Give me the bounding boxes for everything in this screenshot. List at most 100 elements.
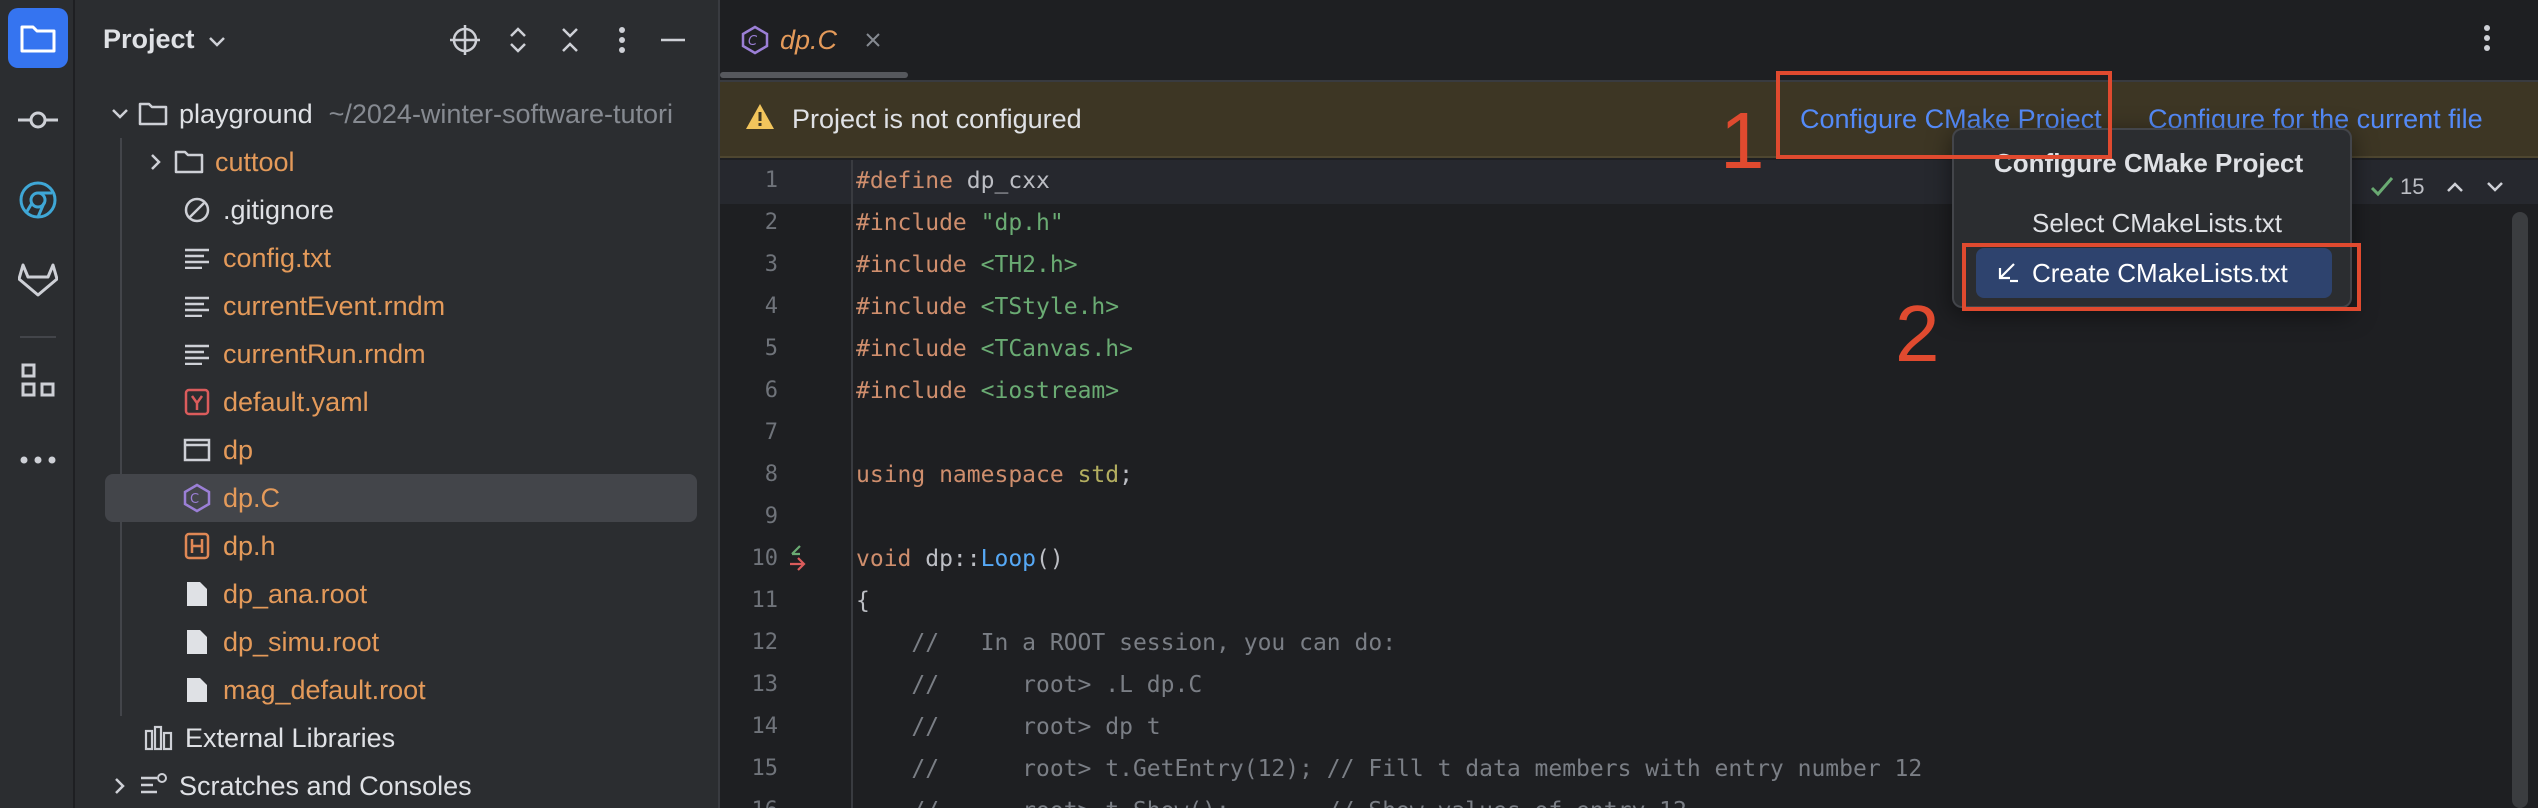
- tree-item-mag-default-root[interactable]: mag_default.root: [75, 666, 718, 714]
- code-token: // root> dp t: [856, 714, 1161, 740]
- hide-panel-icon[interactable]: [653, 20, 693, 60]
- tree-item-currentevent[interactable]: currentEvent.rndm: [75, 282, 718, 330]
- svg-text:C: C: [190, 492, 199, 507]
- chevron-right-icon[interactable]: [105, 777, 135, 795]
- annotation-number-2: 2: [1895, 289, 1940, 378]
- collapse-all-icon[interactable]: [550, 20, 590, 60]
- chevron-down-icon[interactable]: [105, 108, 135, 120]
- tree-item-dp-c[interactable]: C dp.C: [75, 474, 718, 522]
- tree-item-currentrun[interactable]: currentRun.rndm: [75, 330, 718, 378]
- tree-item-label: currentRun.rndm: [223, 338, 426, 369]
- code-token: #include: [856, 378, 967, 404]
- executable-file-icon: [179, 432, 215, 468]
- inspection-widget[interactable]: 15: [2370, 170, 2504, 204]
- line-number: 11: [751, 588, 779, 613]
- code-line: // root> t.GetEntry(12); // Fill t data …: [856, 756, 1922, 782]
- line-number: 4: [764, 294, 778, 319]
- code-token: #include: [856, 252, 967, 278]
- commit-icon[interactable]: [8, 90, 68, 150]
- project-view-dropdown[interactable]: Project: [103, 24, 226, 55]
- code-token: "dp.h": [980, 210, 1064, 236]
- text-file-icon: [179, 288, 215, 324]
- gitlab-icon[interactable]: [8, 250, 68, 310]
- code-token: ;: [1119, 462, 1133, 488]
- code-line: // root> .L dp.C: [856, 672, 1202, 698]
- annotation-box-2: [1962, 243, 2361, 311]
- options-icon[interactable]: [602, 20, 642, 60]
- code-token: dp::: [911, 546, 981, 572]
- line-number: 1: [764, 168, 778, 193]
- cpp-file-icon: C: [740, 25, 770, 55]
- code-line: {: [856, 588, 870, 614]
- chevron-right-icon[interactable]: [141, 153, 171, 171]
- tree-item-scratches[interactable]: Scratches and Consoles: [75, 762, 718, 808]
- code-token: #define: [856, 168, 953, 194]
- tree-item-label: dp_ana.root: [223, 578, 368, 609]
- more-options-icon[interactable]: [2484, 24, 2490, 57]
- more-icon[interactable]: [8, 430, 68, 490]
- code-token: // In a ROOT session, you can do:: [856, 630, 1397, 656]
- line-number: 7: [764, 420, 778, 445]
- tree-item-default-yaml[interactable]: default.yaml: [75, 378, 718, 426]
- code-token: {: [856, 588, 870, 614]
- editor-tab-dp-c[interactable]: C dp.C: [740, 0, 881, 80]
- code-line: // In a ROOT session, you can do:: [856, 630, 1396, 656]
- line-number: 16: [720, 798, 779, 808]
- line-number: 2: [764, 210, 778, 235]
- chevron-up-icon[interactable]: [2446, 181, 2464, 193]
- code-token: // root> .L dp.C: [856, 672, 1203, 698]
- editor-area: C dp.C Project is not configured Configu…: [718, 0, 2538, 808]
- select-cmakelists-item[interactable]: Select CMakeLists.txt: [2032, 208, 2282, 239]
- project-panel-header: Project: [75, 0, 718, 80]
- tree-item-label: mag_default.root: [223, 674, 426, 705]
- tree-item-label: cuttool: [215, 146, 295, 177]
- line-gutter: 12345678910111213141516: [720, 160, 850, 808]
- code-token: <TCanvas.h>: [980, 336, 1133, 362]
- svg-text:C: C: [748, 34, 758, 49]
- structure-icon[interactable]: [8, 350, 68, 410]
- gutter-separator: [851, 160, 853, 808]
- folder-icon: [171, 144, 207, 180]
- code-line: #include <TH2.h>: [856, 252, 1078, 278]
- tree-item-dp-ana-root[interactable]: dp_ana.root: [75, 570, 718, 618]
- code-token: Loop: [980, 546, 1037, 572]
- line-number: 3: [764, 252, 778, 277]
- locate-icon[interactable]: [445, 20, 485, 60]
- tree-item-cuttool[interactable]: cuttool: [75, 138, 718, 186]
- expand-all-icon[interactable]: [498, 20, 538, 60]
- chevron-down-icon[interactable]: [2486, 181, 2504, 193]
- library-icon: [141, 720, 177, 756]
- line-number: 14: [751, 714, 779, 739]
- file-icon: [179, 624, 215, 660]
- code-line: #define dp_cxx: [856, 168, 1050, 194]
- tree-item-playground[interactable]: playground ~/2024-winter-software-tutori: [75, 90, 718, 138]
- annotation-box-1: [1776, 71, 2112, 159]
- chevron-down-icon: [208, 24, 226, 55]
- code-token: using namespace: [856, 462, 1064, 488]
- tree-item-label: currentEvent.rndm: [223, 290, 446, 321]
- text-file-icon: [179, 240, 215, 276]
- tree-item-label: Scratches and Consoles: [179, 770, 472, 801]
- code-token: dp_cxx: [952, 168, 1050, 194]
- implements-gutter-icon[interactable]: [788, 544, 816, 577]
- tree-item-config-txt[interactable]: config.txt: [75, 234, 718, 282]
- tree-item-external-libraries[interactable]: External Libraries: [75, 714, 718, 762]
- code-line: #include <TCanvas.h>: [856, 336, 1133, 362]
- close-icon[interactable]: [865, 32, 881, 48]
- project-folder-icon[interactable]: [8, 8, 68, 68]
- editor-scrollbar[interactable]: [2512, 212, 2528, 808]
- tree-item-label: dp.h: [223, 530, 276, 561]
- line-number: 5: [764, 336, 778, 361]
- tree-item-dp[interactable]: dp: [75, 426, 718, 474]
- tree-item-label: dp: [223, 434, 254, 465]
- tree-item-gitignore[interactable]: .gitignore: [75, 186, 718, 234]
- chrome-icon[interactable]: [8, 170, 68, 230]
- tree-item-label: dp.C: [223, 482, 281, 513]
- tree-item-dp-h[interactable]: dp.h: [75, 522, 718, 570]
- activity-bar: [0, 0, 75, 808]
- tab-label: dp.C: [780, 24, 838, 55]
- tree-item-dp-simu-root[interactable]: dp_simu.root: [75, 618, 718, 666]
- folder-icon: [135, 96, 171, 132]
